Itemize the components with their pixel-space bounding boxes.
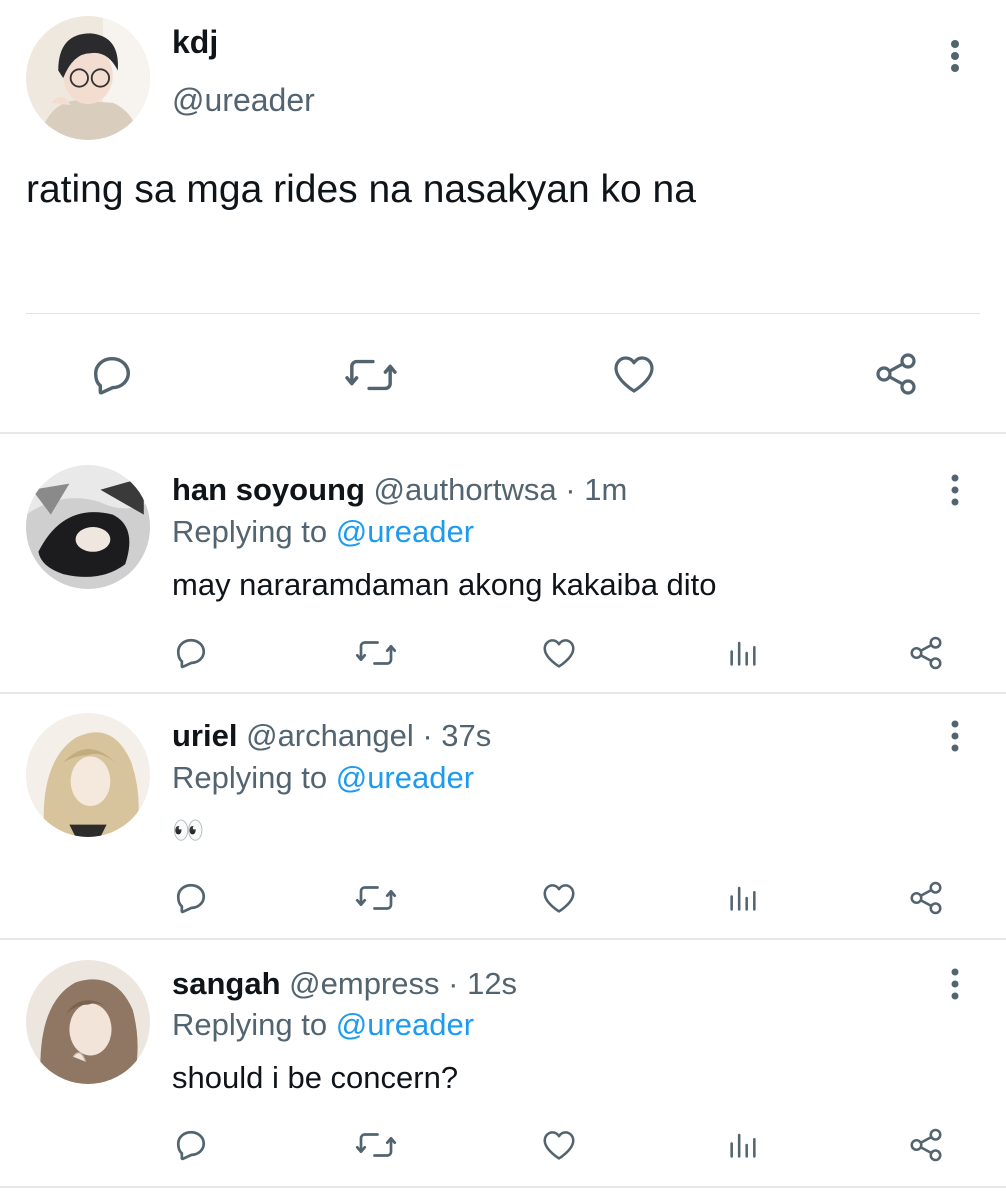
reply-text: 👀 [172,815,205,845]
reply-icon[interactable] [89,352,135,398]
replying-to: Replying to @ureader [172,1007,474,1043]
author-name[interactable]: uriel [172,718,237,753]
author-name[interactable]: kdj [172,24,218,61]
section-separator [0,938,1006,940]
reply-header: sangah @empress · 12s [172,966,517,1002]
retweet-icon[interactable] [355,635,397,671]
retweet-icon[interactable] [355,880,397,916]
like-icon[interactable] [540,1126,578,1164]
reply-icon[interactable] [173,635,209,671]
author-name[interactable]: sangah [172,966,281,1001]
share-icon[interactable] [907,879,945,917]
avatar[interactable] [26,465,150,589]
analytics-icon[interactable] [726,636,760,670]
more-options-icon[interactable] [943,470,967,510]
section-separator [0,692,1006,694]
mention-link[interactable]: @ureader [336,760,474,795]
timestamp[interactable]: 37s [441,718,491,753]
replying-label: Replying to [172,514,328,549]
analytics-icon[interactable] [726,881,760,915]
replying-label: Replying to [172,1007,328,1042]
author-handle[interactable]: @authortwsa [374,472,557,507]
section-separator [0,1186,1006,1188]
timestamp[interactable]: 12s [467,966,517,1001]
author-handle[interactable]: @empress [289,966,439,1001]
more-options-icon[interactable] [943,36,967,76]
replying-label: Replying to [172,760,328,795]
like-icon[interactable] [540,634,578,672]
divider [26,313,980,314]
more-options-icon[interactable] [943,964,967,1004]
avatar[interactable] [26,713,150,837]
author-handle[interactable]: @ureader [172,82,315,119]
share-icon[interactable] [907,1126,945,1164]
reply-text: should i be concern? [172,1060,459,1095]
reply-text: may nararamdaman akong kakaiba dito [172,567,717,602]
avatar[interactable] [26,16,150,140]
retweet-icon[interactable] [344,352,398,398]
like-icon[interactable] [540,879,578,917]
share-icon[interactable] [872,350,920,398]
timestamp[interactable]: 1m [584,472,627,507]
mention-link[interactable]: @ureader [336,1007,474,1042]
reply-header: han soyoung @authortwsa · 1m [172,472,627,508]
reply-icon[interactable] [173,880,209,916]
section-separator [0,432,1006,434]
author-handle[interactable]: @archangel [246,718,414,753]
replying-to: Replying to @ureader [172,514,474,550]
share-icon[interactable] [907,634,945,672]
author-name[interactable]: han soyoung [172,472,365,507]
more-options-icon[interactable] [943,716,967,756]
replying-to: Replying to @ureader [172,760,474,796]
separator-dot: · [448,966,459,1001]
reply-header: uriel @archangel · 37s [172,718,491,754]
tweet-text: rating sa mga rides na nasakyan ko na [26,168,696,211]
analytics-icon[interactable] [726,1128,760,1162]
mention-link[interactable]: @ureader [336,514,474,549]
separator-dot: · [565,472,576,507]
reply-icon[interactable] [173,1127,209,1163]
retweet-icon[interactable] [355,1127,397,1163]
separator-dot: · [422,718,433,753]
avatar[interactable] [26,960,150,1084]
like-icon[interactable] [609,350,659,398]
